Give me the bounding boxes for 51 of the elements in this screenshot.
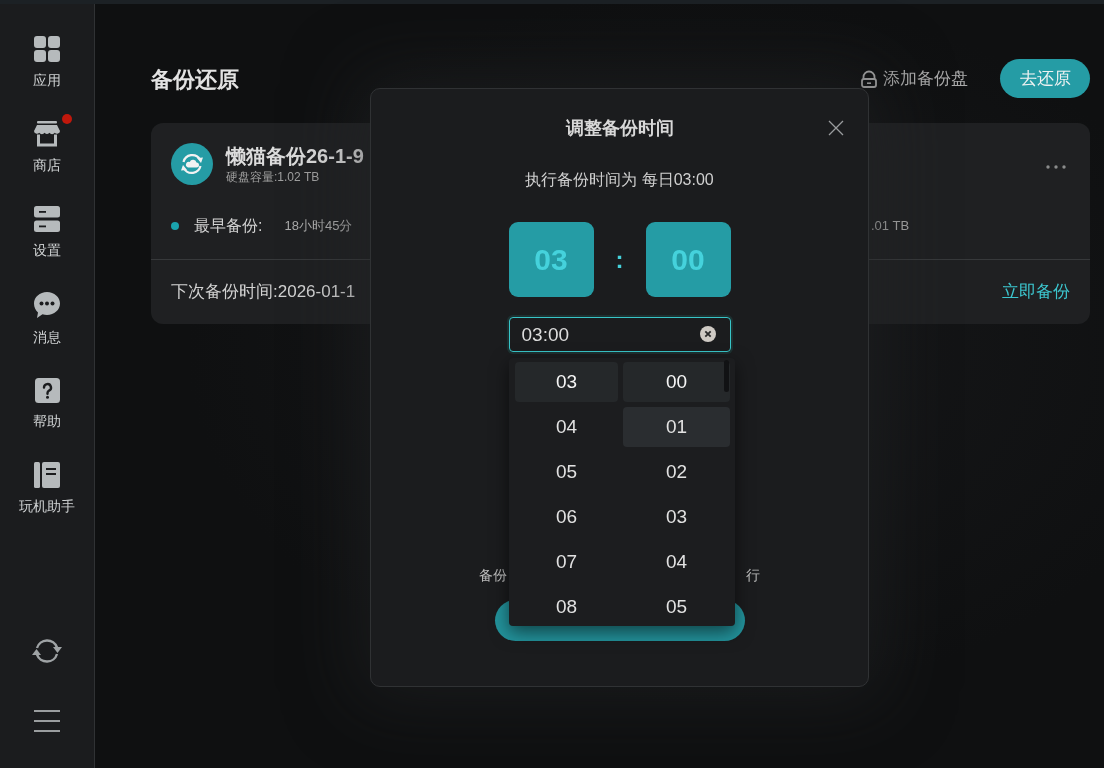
hour-option[interactable]: 04	[515, 407, 618, 447]
menu-button[interactable]	[34, 710, 60, 732]
lock-icon	[861, 69, 877, 88]
server-icon	[34, 206, 60, 232]
note-text: 行	[746, 566, 760, 585]
sidebar-item[interactable]: 消息	[12, 291, 82, 347]
cloud-sync-icon	[171, 143, 213, 185]
chat-bubble-icon	[33, 291, 61, 319]
hour-option[interactable]: 06	[515, 497, 618, 537]
help-icon	[34, 378, 60, 403]
minute-option[interactable]: 03	[623, 497, 730, 537]
minute-option[interactable]: 05	[623, 587, 730, 626]
minute-option[interactable]: 04	[623, 542, 730, 582]
add-disk-button[interactable]: 添加备份盘	[861, 67, 968, 90]
schedule-summary: 执行备份时间为 每日03:00	[525, 170, 714, 190]
sidebar-item[interactable]: 商店	[12, 121, 82, 175]
time-separator: :	[615, 245, 624, 274]
backup-now-link[interactable]: 立即备份	[1002, 281, 1070, 303]
sidebar-item[interactable]: 玩机助手	[12, 462, 82, 516]
store-icon	[34, 121, 60, 147]
earliest-backup-label: 最早备份:	[194, 216, 263, 236]
next-backup-time: 下次备份时间:2026-01-1	[171, 281, 356, 303]
grid-icon	[34, 36, 60, 62]
minute-option[interactable]: 01	[623, 407, 730, 447]
minute-option[interactable]: 02	[623, 452, 730, 492]
sidebar-item[interactable]: 帮助	[12, 378, 82, 431]
close-icon	[828, 120, 844, 136]
clear-icon[interactable]	[699, 326, 716, 342]
hour-option[interactable]: 08	[515, 587, 618, 626]
more-icon	[1046, 165, 1066, 169]
hour-option[interactable]: 03	[515, 362, 618, 402]
dialog-title: 调整备份时间	[565, 117, 674, 140]
earliest-backup-value: 18小时45分	[284, 217, 353, 235]
status-dot	[171, 222, 179, 230]
hour-option[interactable]: 05	[515, 452, 618, 492]
disk-capacity: 硬盘容量:1.02 TB	[226, 168, 321, 185]
notebook-icon	[34, 462, 60, 488]
page-title: 备份还原	[151, 65, 239, 94]
sync-icon	[30, 636, 64, 666]
size-value: .01 TB	[871, 217, 911, 235]
note-text: 备份	[479, 566, 507, 585]
sync-button[interactable]	[30, 636, 64, 666]
sidebar-item[interactable]: 应用	[12, 36, 82, 90]
backup-name: 懒猫备份26-1-9	[226, 143, 364, 168]
hour-option[interactable]: 07	[515, 542, 618, 582]
menu-icon	[34, 710, 60, 732]
time-input[interactable]: 03:00	[508, 317, 731, 352]
more-button[interactable]	[1046, 165, 1066, 169]
close-button[interactable]	[828, 120, 844, 136]
minute-option[interactable]: 00	[623, 362, 730, 402]
sidebar-item[interactable]: 设置	[12, 206, 82, 260]
